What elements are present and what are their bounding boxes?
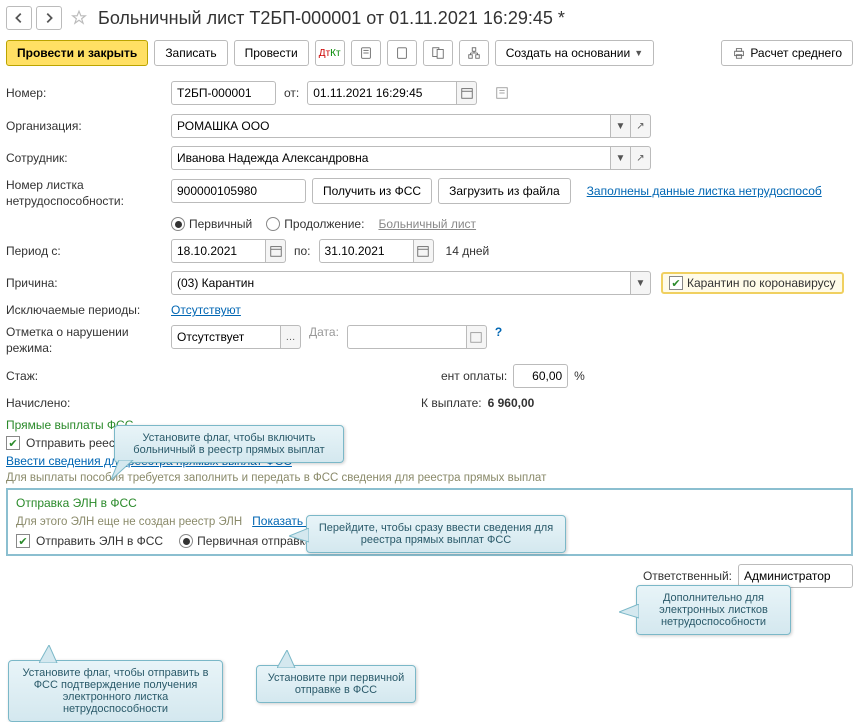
period-to-label: по:: [294, 244, 311, 258]
extra-icon-button[interactable]: [487, 80, 517, 106]
org-label: Организация:: [6, 119, 171, 133]
run-button[interactable]: Провести: [234, 40, 309, 66]
violation-date-label: Дата:: [309, 325, 339, 339]
reason-dropdown-button[interactable]: ▼: [631, 271, 651, 295]
violation-more-button[interactable]: …: [281, 325, 301, 349]
violation-label: Отметка о нарушении режима:: [6, 325, 171, 356]
page-title: Больничный лист Т2БП-000001 от 01.11.202…: [98, 8, 565, 29]
favorite-star-icon[interactable]: [70, 9, 88, 27]
callout-set-flag-registry: Установите флаг, чтобы включить больничн…: [114, 425, 344, 463]
sheet-num-label: Номер листка нетрудоспособности:: [6, 178, 171, 209]
period-to-cal-button[interactable]: [414, 239, 434, 263]
org-input[interactable]: [171, 114, 611, 138]
sick-sheet-link[interactable]: Больничный лист: [378, 217, 476, 231]
covid-label: Карантин по коронавирусу: [687, 276, 836, 290]
printer-icon: [732, 46, 746, 60]
attach-icon-button[interactable]: [351, 40, 381, 66]
violation-date-input[interactable]: [347, 325, 467, 349]
payment-percent-input[interactable]: [513, 364, 568, 388]
eln-hint: Для этого ЭЛН еще не создан реестр ЭЛН: [16, 516, 242, 528]
create-based-button[interactable]: Создать на основании ▼: [495, 40, 654, 66]
run-close-button[interactable]: Провести и закрыть: [6, 40, 148, 66]
reason-input[interactable]: [171, 271, 631, 295]
callout-additional-eln: Дополнительно для электронных листков не…: [636, 585, 791, 635]
to-pay-label: К выплате:: [421, 396, 482, 410]
nav-forward-button[interactable]: [36, 6, 62, 30]
doc1-icon-button[interactable]: [387, 40, 417, 66]
responsible-label: Ответственный:: [643, 569, 732, 583]
employee-open-button[interactable]: ↗: [631, 146, 651, 170]
seniority-label: Стаж:: [6, 369, 171, 383]
eln-title: Отправка ЭЛН в ФСС: [16, 496, 843, 510]
nav-back-button[interactable]: [6, 6, 32, 30]
violation-date-cal-button[interactable]: [467, 325, 487, 349]
payment-percent-label: ент оплаты:: [441, 369, 507, 383]
employee-label: Сотрудник:: [6, 151, 171, 165]
excluded-link[interactable]: Отсутствуют: [171, 303, 241, 317]
org-open-button[interactable]: ↗: [631, 114, 651, 138]
calendar-icon-button[interactable]: [457, 81, 477, 105]
from-label: от:: [284, 86, 299, 100]
employee-dropdown-button[interactable]: ▼: [611, 146, 631, 170]
dtkt-icon-button[interactable]: ДтКт: [315, 40, 345, 66]
help-link[interactable]: ?: [495, 325, 502, 339]
doc2-icon-button[interactable]: [423, 40, 453, 66]
load-file-button[interactable]: Загрузить из файла: [438, 178, 571, 204]
chevron-down-icon: ▼: [634, 48, 643, 58]
callout-primary-send: Установите при первичной отправке в ФСС: [256, 665, 416, 703]
filled-data-link[interactable]: Заполнены данные листка нетрудоспособ: [587, 184, 822, 198]
calc-average-button[interactable]: Расчет среднего: [721, 40, 853, 66]
reason-label: Причина:: [6, 276, 171, 290]
primary-radio[interactable]: Первичный: [171, 217, 252, 231]
continuation-radio[interactable]: Продолжение:: [266, 217, 364, 231]
period-from-cal-button[interactable]: [266, 239, 286, 263]
covid-checkbox[interactable]: ✔: [669, 276, 683, 290]
violation-input[interactable]: [171, 325, 281, 349]
number-input[interactable]: [171, 81, 276, 105]
date-input[interactable]: [307, 81, 457, 105]
days-text: 14 дней: [446, 244, 490, 258]
write-button[interactable]: Записать: [154, 40, 227, 66]
accrued-label: Начислено:: [6, 396, 171, 410]
send-registry-checkbox[interactable]: ✔: [6, 436, 20, 450]
callout-set-flag-eln: Установите флаг, чтобы отправить в ФСС п…: [8, 660, 223, 722]
to-pay-value: 6 960,00: [488, 396, 535, 410]
period-to-input[interactable]: [319, 239, 414, 263]
period-label: Период с:: [6, 244, 171, 258]
employee-input[interactable]: [171, 146, 611, 170]
excluded-label: Исключаемые периоды:: [6, 303, 171, 317]
percent-sign: %: [574, 369, 585, 383]
send-eln-label: Отправить ЭЛН в ФСС: [36, 534, 163, 548]
period-from-input[interactable]: [171, 239, 266, 263]
struct-icon-button[interactable]: [459, 40, 489, 66]
get-fss-button[interactable]: Получить из ФСС: [312, 178, 432, 204]
org-dropdown-button[interactable]: ▼: [611, 114, 631, 138]
sheet-num-input[interactable]: [171, 179, 306, 203]
send-eln-checkbox[interactable]: ✔: [16, 534, 30, 548]
number-label: Номер:: [6, 86, 171, 100]
callout-goto-registry: Перейдите, чтобы сразу ввести сведения д…: [306, 515, 566, 553]
